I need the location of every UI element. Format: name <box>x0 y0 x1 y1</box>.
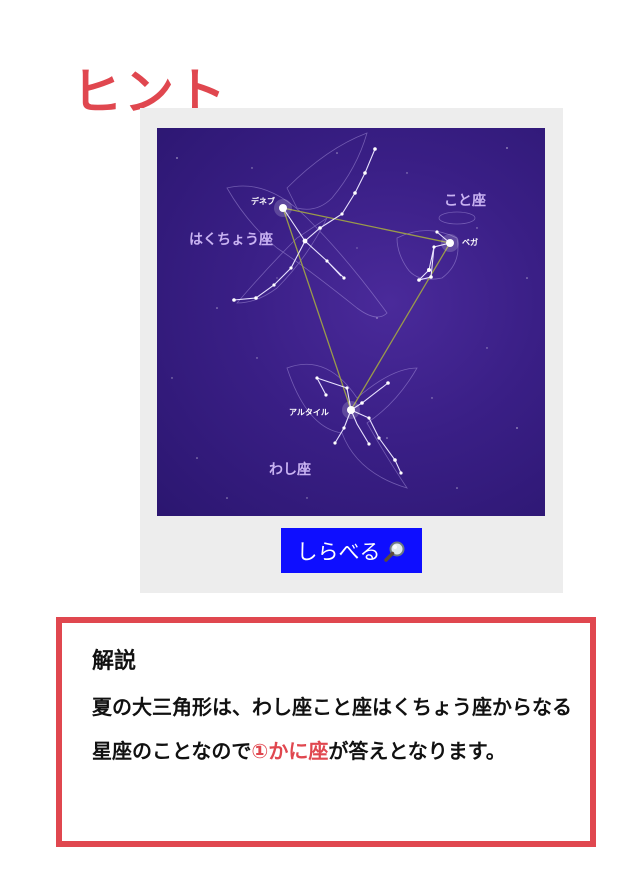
lookup-button[interactable]: しらべる <box>281 528 422 573</box>
cygnus-label: はくちょう座 <box>189 232 273 248</box>
explanation-box: 解説 夏の大三角形は、わし座こと座はくちょう座からなる星座のことなので①かに座が… <box>56 617 596 847</box>
magnifier-icon <box>383 539 407 563</box>
aquila-label: わし座 <box>269 462 311 478</box>
explanation-title: 解説 <box>92 649 137 674</box>
figure-outlines <box>226 132 476 489</box>
answer-highlight: ①かに座 <box>251 739 329 763</box>
deneb-label: デネブ <box>251 197 275 206</box>
star-map <box>171 132 528 499</box>
constellation-image: はくちょう座 こと座 わし座 デネブ ベガ アルタイル <box>157 128 545 516</box>
lyra-label: こと座 <box>444 193 486 209</box>
lookup-button-label: しらべる <box>296 539 381 564</box>
bright-stars <box>274 199 459 419</box>
explanation-text-after: が答えとなります。 <box>328 739 506 763</box>
altair-label: アルタイル <box>289 408 329 417</box>
figure-card: はくちょう座 こと座 わし座 デネブ ベガ アルタイル しらべる <box>140 108 563 593</box>
vega-label: ベガ <box>462 238 478 247</box>
explanation-text: 夏の大三角形は、わし座こと座はくちょう座からなる星座のことなので①かに座が答えと… <box>92 685 576 773</box>
